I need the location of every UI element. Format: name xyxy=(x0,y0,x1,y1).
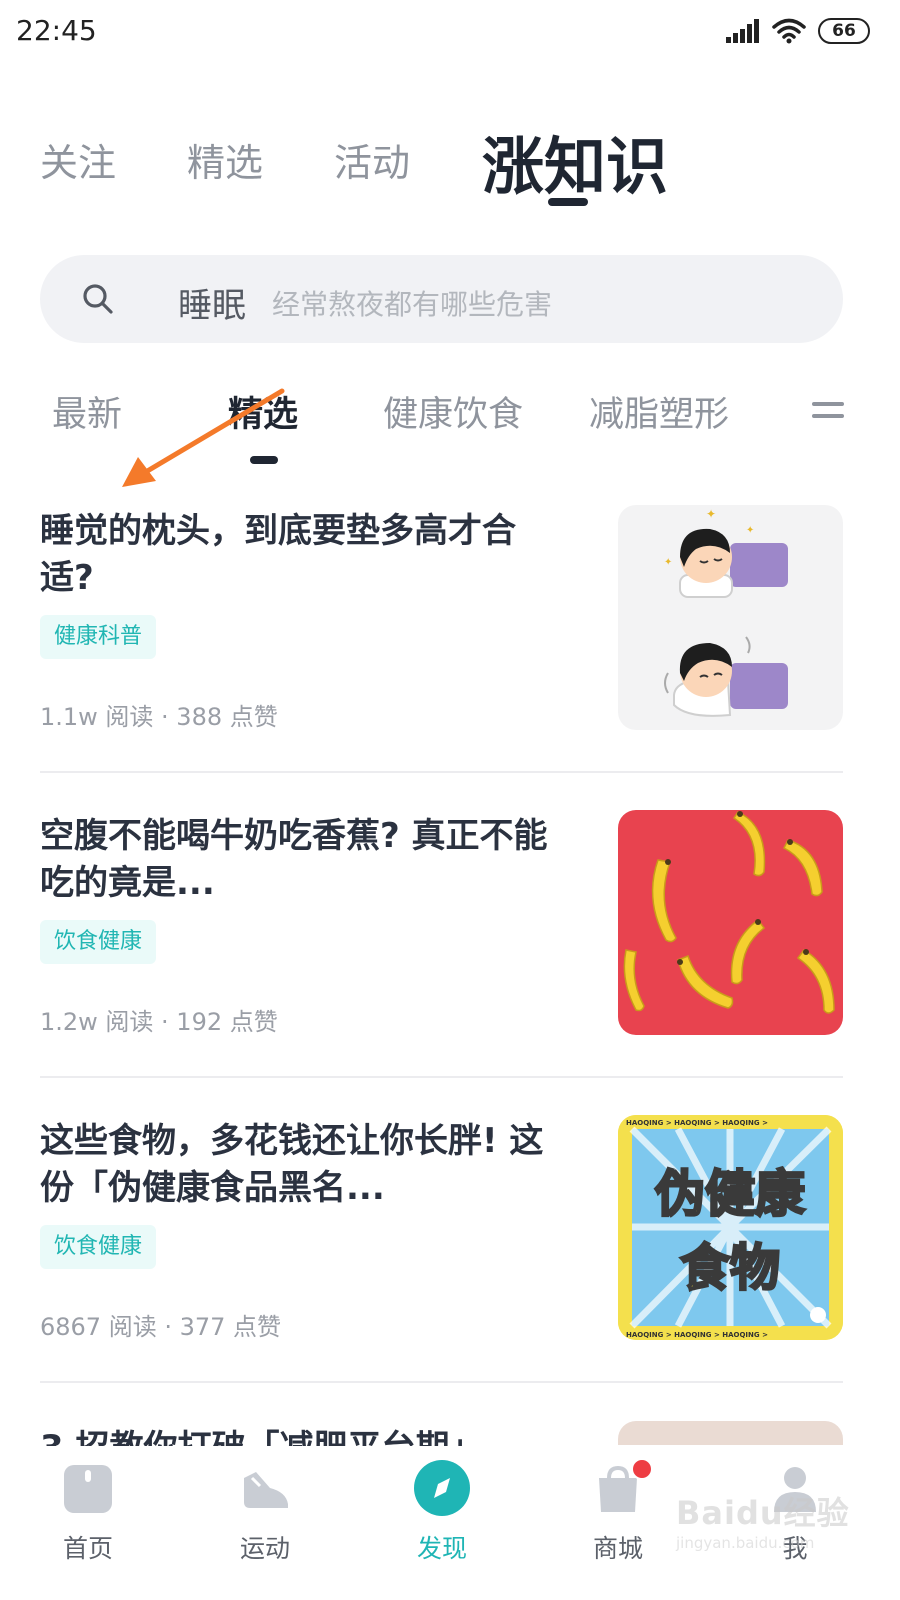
subtab-fat-loss[interactable]: 减脂塑形 xyxy=(589,386,729,437)
article-thumbnail[interactable]: ✦ ✦ ✦ xyxy=(618,505,843,730)
article-meta: 1.1w 阅读 · 388 点赞 xyxy=(40,703,278,731)
annotation-arrow-icon xyxy=(122,388,285,487)
divider xyxy=(40,1076,843,1078)
search-icon xyxy=(83,284,113,314)
svg-text:HAOQING > HAOQING > HAOQIN: HAOQING > HAOQING > HAOQING > xyxy=(626,1119,768,1127)
article-tag[interactable]: 饮食健康 xyxy=(40,920,157,964)
tab-knowledge[interactable]: 涨知识 xyxy=(482,116,668,206)
home-icon xyxy=(64,1465,112,1513)
status-bar: 22:45 66 xyxy=(0,0,900,62)
wifi-icon xyxy=(772,18,806,44)
nav-home[interactable]: 首页 xyxy=(28,1446,148,1600)
svg-text:✦: ✦ xyxy=(706,507,716,521)
battery-icon: 66 xyxy=(818,18,870,44)
nav-label: 发现 xyxy=(416,1534,467,1563)
fake-health-food-poster-icon: HAOQING > HAOQING > HAOQING > HAOQING > … xyxy=(618,1115,843,1340)
divider xyxy=(40,1381,843,1383)
active-tab-indicator xyxy=(548,198,588,206)
article-meta: 6867 阅读 · 377 点赞 xyxy=(40,1313,282,1341)
search-keyword: 睡眠 xyxy=(178,286,246,326)
article-thumbnail[interactable]: HAOQING > HAOQING > HAOQING > HAOQING > … xyxy=(618,1115,843,1340)
top-tab-bar: 关注 精选 活动 涨知识 xyxy=(0,110,900,220)
watermark-sub: jingyan.baidu.com xyxy=(676,1534,815,1552)
nav-label: 商城 xyxy=(592,1534,643,1563)
article-title[interactable]: 这些食物，多花钱还让你长胖! 这份「伪健康食品黑名... xyxy=(40,1118,560,1212)
watermark-main: Baidu经验 xyxy=(676,1494,850,1532)
tab-follow[interactable]: 关注 xyxy=(40,132,116,187)
nav-label: 首页 xyxy=(62,1534,113,1563)
svg-text:HAOQING > HAOQING > HAOQIN: HAOQING > HAOQING > HAOQING > xyxy=(626,1331,768,1339)
compass-icon xyxy=(414,1460,470,1516)
notification-badge xyxy=(631,1458,653,1480)
article-thumbnail[interactable] xyxy=(618,810,843,1035)
watermark: Baidu经验 jingyan.baidu.com xyxy=(676,1488,876,1558)
menu-icon[interactable] xyxy=(812,402,844,422)
nav-label: 运动 xyxy=(239,1534,290,1563)
tab-activity[interactable]: 活动 xyxy=(334,132,410,187)
svg-text:食物: 食物 xyxy=(680,1239,780,1297)
nav-discover[interactable]: 发现 xyxy=(382,1446,502,1600)
article-card[interactable]: 空腹不能喝牛奶吃香蕉? 真正不能吃的竟是... 饮食健康 1.2w 阅读 · 1… xyxy=(40,810,843,1116)
article-thumbnail-partial[interactable] xyxy=(618,1421,843,1445)
status-icons: 66 xyxy=(726,14,870,48)
subtab-healthy-diet[interactable]: 健康饮食 xyxy=(383,386,523,437)
sleeping-pillow-illustration-icon: ✦ ✦ ✦ xyxy=(664,507,788,717)
article-tag[interactable]: 饮食健康 xyxy=(40,1225,157,1269)
article-title[interactable]: 空腹不能喝牛奶吃香蕉? 真正不能吃的竟是... xyxy=(40,813,560,907)
signal-icon xyxy=(726,19,759,43)
search-bar[interactable]: 睡眠 经常熬夜都有哪些危害 xyxy=(40,255,843,343)
search-placeholder: 经常熬夜都有哪些危害 xyxy=(272,288,553,321)
article-meta: 1.2w 阅读 · 192 点赞 xyxy=(40,1008,278,1036)
status-time: 22:45 xyxy=(16,14,97,47)
article-card[interactable]: 睡觉的枕头，到底要垫多高才合适? 健康科普 1.1w 阅读 · 388 点赞 ✦… xyxy=(40,505,843,811)
shoe-icon xyxy=(244,1472,288,1508)
svg-text:伪健康: 伪健康 xyxy=(655,1165,805,1223)
bananas-icon xyxy=(623,811,835,1014)
article-title[interactable]: 睡觉的枕头，到底要垫多高才合适? xyxy=(40,508,560,602)
svg-text:✦: ✦ xyxy=(746,525,754,536)
article-card[interactable]: 这些食物，多花钱还让你长胖! 这份「伪健康食品黑名... 饮食健康 6867 阅… xyxy=(40,1115,843,1421)
nav-exercise[interactable]: 运动 xyxy=(205,1446,325,1600)
nav-mall[interactable]: 商城 xyxy=(558,1446,678,1600)
tab-featured[interactable]: 精选 xyxy=(187,132,263,187)
article-title-partial[interactable]: 3 招教你打破「减肥平台期」 xyxy=(40,1426,484,1448)
article-tag[interactable]: 健康科普 xyxy=(40,615,157,659)
divider xyxy=(40,771,843,773)
svg-text:✦: ✦ xyxy=(664,557,672,568)
